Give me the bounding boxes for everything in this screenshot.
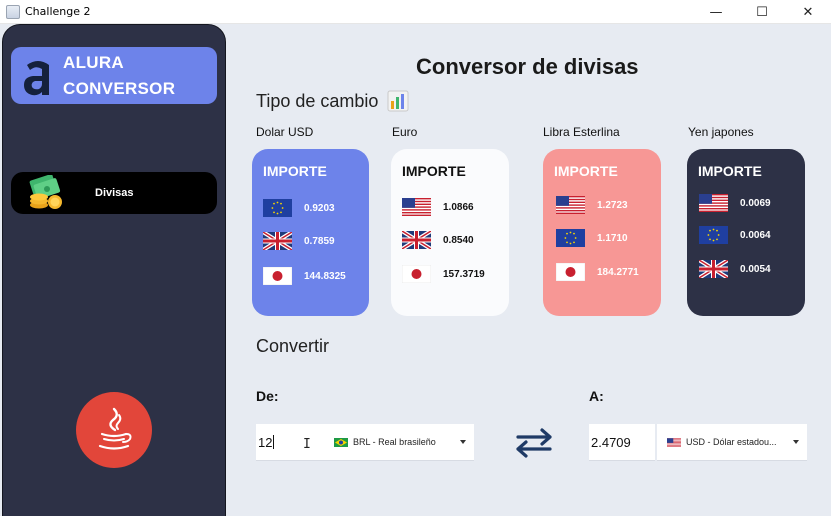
logo-text: ALURA CONVERSOR (63, 50, 175, 102)
logo-card: ALURA CONVERSOR (11, 47, 217, 104)
to-currency-value: USD - Dólar estadou... (686, 437, 777, 447)
card-label-eur: Euro (392, 125, 418, 139)
rate-row: 0.0054 (699, 260, 771, 278)
rate-card-eur: IMPORTE 1.0866 0.8540 157.3719 (391, 149, 509, 316)
bar-chart-icon (387, 90, 409, 112)
logo-line-2: CONVERSOR (63, 78, 176, 98)
to-currency-select[interactable]: USD - Dólar estadou... (657, 424, 807, 461)
rate-value: 1.0866 (443, 201, 474, 213)
rate-value: 157.3719 (443, 268, 485, 280)
to-amount-output[interactable]: 2.4709 (589, 424, 655, 461)
from-amount-value: 12 (258, 434, 273, 450)
rate-card-jpy: IMPORTE 0.0069 0.0064 0.0054 (687, 149, 805, 316)
br-flag-icon (334, 438, 348, 447)
text-caret (273, 435, 275, 449)
us-flag-icon (402, 198, 431, 216)
eu-flag-icon (556, 229, 585, 247)
page-title: Conversor de divisas (416, 54, 639, 79)
ibeam-cursor-icon: I (303, 437, 311, 452)
rate-value: 1.2723 (597, 199, 628, 211)
uk-flag-icon (402, 231, 431, 249)
window-titlebar: Challenge 2 — ☐ ✕ (0, 0, 831, 24)
rate-row: 144.8325 (263, 267, 346, 285)
section-title-text: Tipo de cambio (256, 90, 379, 111)
logo-line-1: ALURA (63, 52, 124, 72)
rate-value: 144.8325 (304, 270, 346, 282)
chevron-down-icon (460, 440, 466, 444)
app-body: ALURA CONVERSOR Divisas Conversor de div… (0, 24, 831, 516)
card-label-usd: Dolar USD (256, 125, 314, 139)
rate-row: 184.2771 (556, 263, 639, 281)
chevron-down-icon (793, 440, 799, 444)
rate-value: 184.2771 (597, 266, 639, 278)
rate-row: 0.8540 (402, 231, 474, 249)
rate-value: 1.1710 (597, 232, 628, 244)
section-title-rates: Tipo de cambio (256, 90, 409, 112)
sidebar-item-divisas[interactable]: Divisas (11, 172, 217, 214)
money-icon (29, 175, 62, 209)
card-label-gbp: Libra Esterlina (543, 125, 620, 139)
us-flag-icon (556, 196, 585, 214)
us-flag-icon (667, 438, 681, 447)
jp-flag-icon (402, 265, 431, 283)
close-button[interactable]: ✕ (785, 0, 831, 24)
sidebar: ALURA CONVERSOR Divisas (2, 24, 226, 516)
rate-card-usd: IMPORTE 0.9203 0.7859 144.8325 (252, 149, 369, 316)
minimize-button[interactable]: — (693, 0, 739, 24)
alura-logo-icon (24, 60, 49, 95)
from-label: De: (256, 388, 279, 404)
window-title: Challenge 2 (25, 5, 91, 18)
jp-flag-icon (556, 263, 585, 281)
to-label: A: (589, 388, 604, 404)
app-icon (6, 4, 20, 19)
java-button[interactable] (76, 392, 152, 468)
jp-flag-icon (263, 267, 292, 285)
sidebar-item-label: Divisas (95, 187, 134, 199)
from-currency-value: BRL - Real brasileño (353, 437, 436, 447)
rate-value: 0.8540 (443, 234, 474, 246)
to-amount-value: 2.4709 (591, 434, 631, 450)
rate-value: 0.9203 (304, 202, 335, 214)
section-title-convert: Convertir (256, 336, 330, 356)
rate-row: 0.7859 (263, 232, 335, 250)
eu-flag-icon (263, 199, 292, 217)
card-heading: IMPORTE (554, 163, 618, 179)
from-currency-select[interactable]: BRL - Real brasileño (318, 424, 474, 461)
swap-arrows-icon[interactable] (512, 427, 556, 459)
rate-card-gbp: IMPORTE 1.2723 1.1710 184.2771 (543, 149, 661, 316)
card-heading: IMPORTE (263, 163, 327, 179)
uk-flag-icon (699, 260, 728, 278)
card-label-jpy: Yen japones (688, 125, 754, 139)
rate-row: 0.0064 (699, 226, 771, 244)
rate-value: 0.0069 (740, 197, 771, 209)
rate-value: 0.0064 (740, 229, 771, 241)
rate-value: 0.0054 (740, 263, 771, 275)
java-icon (98, 407, 132, 450)
rate-row: 157.3719 (402, 265, 485, 283)
window-controls: — ☐ ✕ (693, 0, 831, 24)
rate-value: 0.7859 (304, 235, 335, 247)
rate-row: 1.1710 (556, 229, 628, 247)
rate-row: 0.0069 (699, 194, 771, 212)
uk-flag-icon (263, 232, 292, 250)
card-heading: IMPORTE (402, 163, 466, 179)
rate-row: 1.2723 (556, 196, 628, 214)
card-heading: IMPORTE (698, 163, 762, 179)
us-flag-icon (699, 194, 728, 212)
eu-flag-icon (699, 226, 728, 244)
maximize-button[interactable]: ☐ (739, 0, 785, 24)
rate-row: 1.0866 (402, 198, 474, 216)
rate-row: 0.9203 (263, 199, 335, 217)
